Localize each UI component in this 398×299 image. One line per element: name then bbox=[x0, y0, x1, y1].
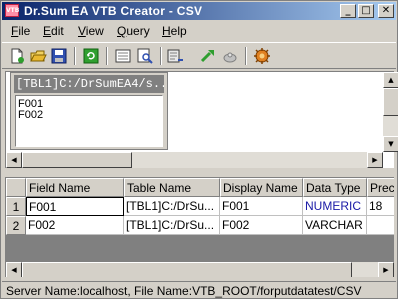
scroll-left-arrow-icon[interactable]: ◀ bbox=[6, 262, 22, 277]
column-header-field-name[interactable]: Field Name bbox=[26, 178, 124, 197]
new-icon[interactable] bbox=[8, 47, 26, 65]
scroll-right-arrow-icon[interactable]: ▶ bbox=[378, 262, 394, 277]
toolbar bbox=[2, 42, 396, 69]
table-cell[interactable] bbox=[367, 216, 394, 235]
save-icon[interactable] bbox=[50, 47, 68, 65]
open-icon[interactable] bbox=[29, 47, 47, 65]
settings-icon[interactable] bbox=[253, 47, 271, 65]
preview-icon[interactable] bbox=[114, 47, 132, 65]
scroll-up-arrow-icon[interactable]: ▲ bbox=[383, 72, 398, 88]
table-cell[interactable]: F001 bbox=[26, 197, 124, 216]
scroll-left-arrow-icon[interactable]: ◀ bbox=[6, 152, 22, 168]
table-cell[interactable]: 18 bbox=[367, 197, 394, 216]
status-text: Server Name:localhost, File Name:VTB_ROO… bbox=[6, 284, 362, 298]
toolbar-separator bbox=[74, 47, 76, 65]
export-icon[interactable] bbox=[166, 47, 184, 65]
table-cell[interactable]: [TBL1]C:/DrSu... bbox=[124, 197, 220, 216]
menu-bar: File Edit View Query Help bbox=[2, 21, 396, 40]
refresh-icon[interactable] bbox=[82, 47, 100, 65]
field-grid: Field Name Table Name Display Name Data … bbox=[5, 177, 394, 277]
maximize-button[interactable]: □ bbox=[358, 4, 374, 18]
toolbar-separator bbox=[160, 47, 162, 65]
table-box[interactable]: [TBL1]C:/DrSumEA4/s... F001 F002 bbox=[10, 72, 168, 150]
menu-edit[interactable]: Edit bbox=[43, 24, 64, 38]
table-cell[interactable]: F001 bbox=[220, 197, 303, 216]
canvas-horizontal-scrollbar[interactable]: ◀ ▶ bbox=[6, 152, 383, 168]
table-box-title[interactable]: [TBL1]C:/DrSumEA4/s... bbox=[14, 75, 164, 93]
scroll-thumb[interactable] bbox=[22, 262, 352, 277]
row-header[interactable]: 2 bbox=[6, 216, 26, 235]
scroll-thumb[interactable] bbox=[383, 88, 398, 116]
query-canvas[interactable]: [TBL1]C:/DrSumEA4/s... F001 F002 ▲ ▼ ◀ ▶ bbox=[5, 71, 398, 168]
status-bar: Server Name:localhost, File Name:VTB_ROO… bbox=[2, 281, 396, 299]
table-cell[interactable]: VARCHAR bbox=[303, 216, 367, 235]
grid-horizontal-scrollbar[interactable]: ◀ ▶ bbox=[6, 262, 394, 277]
find-icon[interactable] bbox=[136, 47, 154, 65]
minimize-button[interactable]: _ bbox=[340, 4, 356, 18]
run-icon[interactable] bbox=[199, 47, 217, 65]
toolbar-separator bbox=[106, 47, 108, 65]
grid-body: Field Name Table Name Display Name Data … bbox=[6, 178, 394, 262]
column-header-display-name[interactable]: Display Name bbox=[220, 178, 303, 197]
field-item[interactable]: F002 bbox=[18, 109, 43, 121]
canvas-vertical-scrollbar[interactable]: ▲ ▼ bbox=[383, 72, 398, 152]
column-header-precision[interactable]: Prec bbox=[367, 178, 394, 197]
row-header[interactable]: 1 bbox=[6, 197, 26, 216]
table-cell[interactable]: F002 bbox=[220, 216, 303, 235]
menu-file[interactable]: File bbox=[11, 24, 30, 38]
menu-view[interactable]: View bbox=[78, 24, 104, 38]
title-bar[interactable]: VTB Dr.Sum EA VTB Creator - CSV _ □ ✕ bbox=[2, 2, 396, 20]
window-title: Dr.Sum EA VTB Creator - CSV bbox=[24, 4, 203, 18]
grid-corner[interactable] bbox=[6, 178, 26, 197]
field-list[interactable]: F001 F002 bbox=[15, 95, 163, 147]
table-cell[interactable]: F002 bbox=[26, 216, 124, 235]
column-header-data-type[interactable]: Data Type bbox=[303, 178, 367, 197]
toolbar-separator bbox=[245, 47, 247, 65]
table-cell[interactable]: [TBL1]C:/DrSu... bbox=[124, 216, 220, 235]
app-icon: VTB bbox=[5, 4, 19, 17]
menu-help[interactable]: Help bbox=[162, 24, 187, 38]
scroll-thumb[interactable] bbox=[22, 152, 132, 168]
column-header-table-name[interactable]: Table Name bbox=[124, 178, 220, 197]
menu-query[interactable]: Query bbox=[117, 24, 150, 38]
scroll-right-arrow-icon[interactable]: ▶ bbox=[367, 152, 383, 168]
scroll-down-arrow-icon[interactable]: ▼ bbox=[383, 136, 398, 152]
stop-icon[interactable] bbox=[221, 47, 239, 65]
app-window: VTB Dr.Sum EA VTB Creator - CSV _ □ ✕ Fi… bbox=[0, 0, 398, 299]
close-button[interactable]: ✕ bbox=[378, 4, 394, 18]
table-cell[interactable]: NUMERIC bbox=[303, 197, 367, 216]
